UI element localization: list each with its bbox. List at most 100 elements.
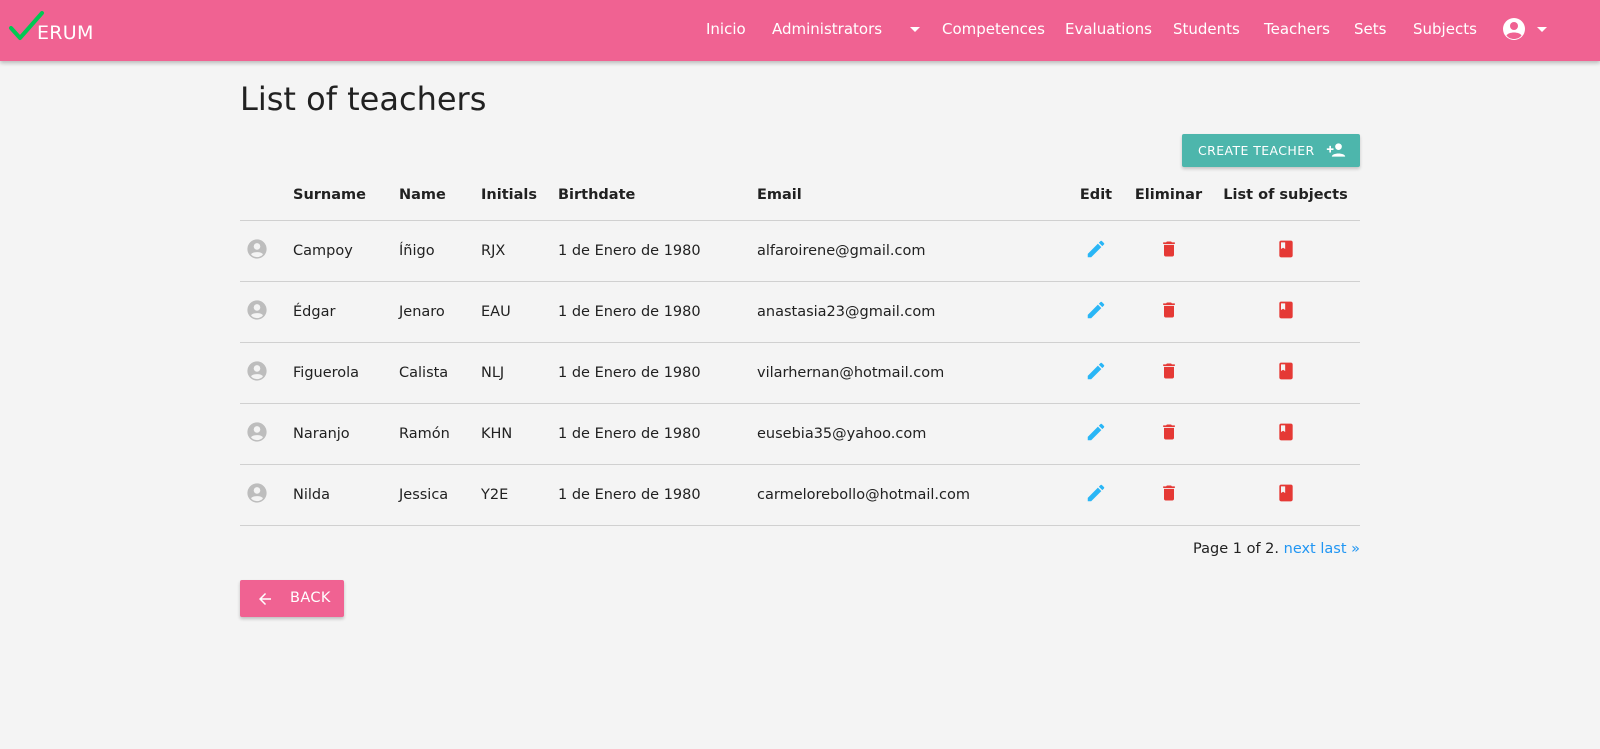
nav-item-inicio[interactable]: Inicio [706,18,746,40]
subjects-cell [1211,281,1360,343]
book-icon[interactable] [1276,421,1296,443]
email-cell: eusebia35@yahoo.com [757,403,1066,465]
header-birthdate[interactable]: Birthdate [558,170,757,221]
trash-icon[interactable] [1159,421,1179,443]
header-edit: Edit [1066,170,1126,221]
birthdate-cell: 1 de Enero de 1980 [558,220,757,282]
email-cell: carmelorebollo@hotmail.com [757,464,1066,526]
pagination: Page 1 of 2. next last » [1193,541,1360,557]
brand-logo[interactable]: ERUM [8,11,98,45]
avatar-cell [240,464,293,526]
pencil-icon[interactable] [1085,360,1107,382]
create-teacher-label: CREATE TEACHER [1198,143,1315,158]
header-subjects: List of subjects [1211,170,1360,221]
surname-cell: Figuerola [293,342,399,404]
nav-item-sets[interactable]: Sets [1354,18,1386,40]
create-teacher-button[interactable]: CREATE TEACHER [1182,134,1360,167]
surname-cell: Édgar [293,281,399,343]
back-button[interactable]: BACK [240,580,344,617]
nav-item-administrators[interactable]: Administrators [772,18,882,40]
nav-item-competences[interactable]: Competences [942,18,1045,40]
edit-cell [1066,281,1126,343]
name-cell: Calista [399,342,481,404]
initials-cell: Y2E [481,464,558,526]
brand-name: ERUM [37,22,94,44]
account-circle-icon[interactable] [1502,17,1526,41]
back-button-label: BACK [290,590,331,606]
nav-item-subjects[interactable]: Subjects [1413,18,1477,40]
table-row: Nilda Jessica Y2E 1 de Enero de 1980 car… [240,464,1360,526]
header-name[interactable]: Name [399,170,481,221]
subjects-cell [1211,342,1360,404]
table-row: Naranjo Ramón KHN 1 de Enero de 1980 eus… [240,403,1360,465]
account-circle-icon [247,300,267,320]
book-icon[interactable] [1276,360,1296,382]
email-cell: alfaroirene@gmail.com [757,220,1066,282]
subjects-cell [1211,220,1360,282]
header-initials[interactable]: Initials [481,170,558,221]
avatar-cell [240,220,293,282]
birthdate-cell: 1 de Enero de 1980 [558,342,757,404]
delete-cell [1126,403,1211,465]
arrow-left-icon [259,593,271,605]
avatar-cell [240,403,293,465]
subjects-cell [1211,403,1360,465]
pencil-icon[interactable] [1085,299,1107,321]
account-circle-icon [247,422,267,442]
email-cell: anastasia23@gmail.com [757,281,1066,343]
table-row: Campoy Íñigo RJX 1 de Enero de 1980 alfa… [240,220,1360,282]
account-circle-icon [247,483,267,503]
table-row: Édgar Jenaro EAU 1 de Enero de 1980 anas… [240,281,1360,343]
account-dropdown-caret-icon[interactable] [1537,27,1547,32]
surname-cell: Campoy [293,220,399,282]
teachers-table: Surname Name Initials Birthdate Email Ed… [240,170,1360,526]
trash-icon[interactable] [1159,299,1179,321]
edit-cell [1066,403,1126,465]
person-add-icon [1326,143,1346,157]
pagination-next-link[interactable]: next [1284,541,1316,557]
delete-cell [1126,220,1211,282]
edit-cell [1066,342,1126,404]
table-row: Figuerola Calista NLJ 1 de Enero de 1980… [240,342,1360,404]
name-cell: Ramón [399,403,481,465]
birthdate-cell: 1 de Enero de 1980 [558,281,757,343]
pagination-last-link[interactable]: last » [1320,541,1360,557]
pencil-icon[interactable] [1085,421,1107,443]
trash-icon[interactable] [1159,238,1179,260]
header-avatar [240,170,293,221]
delete-cell [1126,464,1211,526]
initials-cell: KHN [481,403,558,465]
table-header-row: Surname Name Initials Birthdate Email Ed… [240,170,1360,221]
avatar-cell [240,281,293,343]
surname-cell: Naranjo [293,403,399,465]
avatar-cell [240,342,293,404]
book-icon[interactable] [1276,482,1296,504]
book-icon[interactable] [1276,299,1296,321]
nav-item-students[interactable]: Students [1173,18,1240,40]
initials-cell: NLJ [481,342,558,404]
trash-icon[interactable] [1159,360,1179,382]
header-delete: Eliminar [1126,170,1211,221]
account-circle-icon [247,361,267,381]
birthdate-cell: 1 de Enero de 1980 [558,403,757,465]
delete-cell [1126,342,1211,404]
surname-cell: Nilda [293,464,399,526]
pencil-icon[interactable] [1085,238,1107,260]
trash-icon[interactable] [1159,482,1179,504]
name-cell: Jenaro [399,281,481,343]
book-icon[interactable] [1276,238,1296,260]
header-email[interactable]: Email [757,170,1066,221]
header-surname[interactable]: Surname [293,170,399,221]
birthdate-cell: 1 de Enero de 1980 [558,464,757,526]
nav-item-evaluations[interactable]: Evaluations [1065,18,1152,40]
nav-item-teachers[interactable]: Teachers [1264,18,1330,40]
administrators-dropdown-caret-icon[interactable] [910,27,920,32]
edit-cell [1066,464,1126,526]
initials-cell: RJX [481,220,558,282]
pagination-status: Page 1 of 2. [1193,541,1280,557]
email-cell: vilarhernan@hotmail.com [757,342,1066,404]
page-title: List of teachers [240,80,487,118]
navbar: ERUM Inicio Administrators Competences E… [0,0,1600,61]
name-cell: Jessica [399,464,481,526]
pencil-icon[interactable] [1085,482,1107,504]
